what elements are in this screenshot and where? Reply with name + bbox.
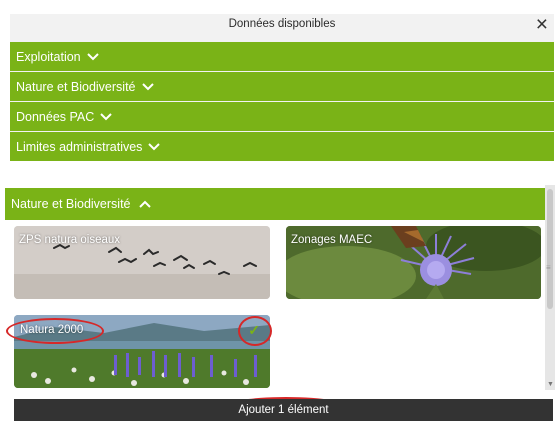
accordion-item-label: Données PAC <box>16 109 95 124</box>
grip-icon: ≡ <box>546 263 551 272</box>
layer-card-zps-natura-oiseaux[interactable]: ZPS natura oiseaux <box>14 226 270 299</box>
scroll-down-icon[interactable]: ▼ <box>547 381 554 388</box>
accordion-item-label: Nature et Biodiversité <box>16 79 136 94</box>
accordion-item-exploitation[interactable]: Exploitation <box>10 42 554 71</box>
accordion-header-nature-biodiversite[interactable]: Nature et Biodiversité <box>5 188 545 220</box>
layer-card-label: Zonages MAEC <box>291 234 373 246</box>
scrollbar[interactable]: ≡ ▼ <box>545 185 555 390</box>
chevron-up-icon <box>138 197 151 211</box>
layer-card-label: Natura 2000 <box>20 324 84 336</box>
available-data-panel: Données disponibles × Exploitation Natur… <box>10 13 554 161</box>
accordion-list: Exploitation Nature et Biodiversité Donn… <box>10 42 554 162</box>
close-icon[interactable]: × <box>536 13 548 37</box>
accordion-item-label: Exploitation <box>16 49 81 64</box>
accordion-item-label: Limites administratives <box>16 139 143 154</box>
chevron-down-icon <box>100 110 113 124</box>
layer-card-natura-2000[interactable]: Natura 2000 ✓ <box>14 315 270 388</box>
scrollbar-thumb[interactable] <box>547 189 553 309</box>
layer-card-label: ZPS natura oiseaux <box>19 234 121 246</box>
chevron-down-icon <box>86 50 99 64</box>
check-icon: ✓ <box>248 322 260 338</box>
accordion-item-donnees-pac[interactable]: Données PAC <box>10 102 554 131</box>
accordion-item-nature-biodiversite[interactable]: Nature et Biodiversité <box>10 72 554 101</box>
layer-card-zonages-maec[interactable]: Zonages MAEC <box>286 226 541 299</box>
accordion-item-limites-administratives[interactable]: Limites administratives <box>10 132 554 161</box>
chevron-down-icon <box>141 80 154 94</box>
expanded-category-panel: Nature et Biodiversité ≡ ▼ ZPS natura oi… <box>0 185 559 421</box>
panel-title: Données disponibles <box>228 18 336 30</box>
add-element-button[interactable]: Ajouter 1 élément <box>14 399 553 421</box>
chevron-down-icon <box>148 140 161 154</box>
accordion-header-label: Nature et Biodiversité <box>11 197 131 211</box>
